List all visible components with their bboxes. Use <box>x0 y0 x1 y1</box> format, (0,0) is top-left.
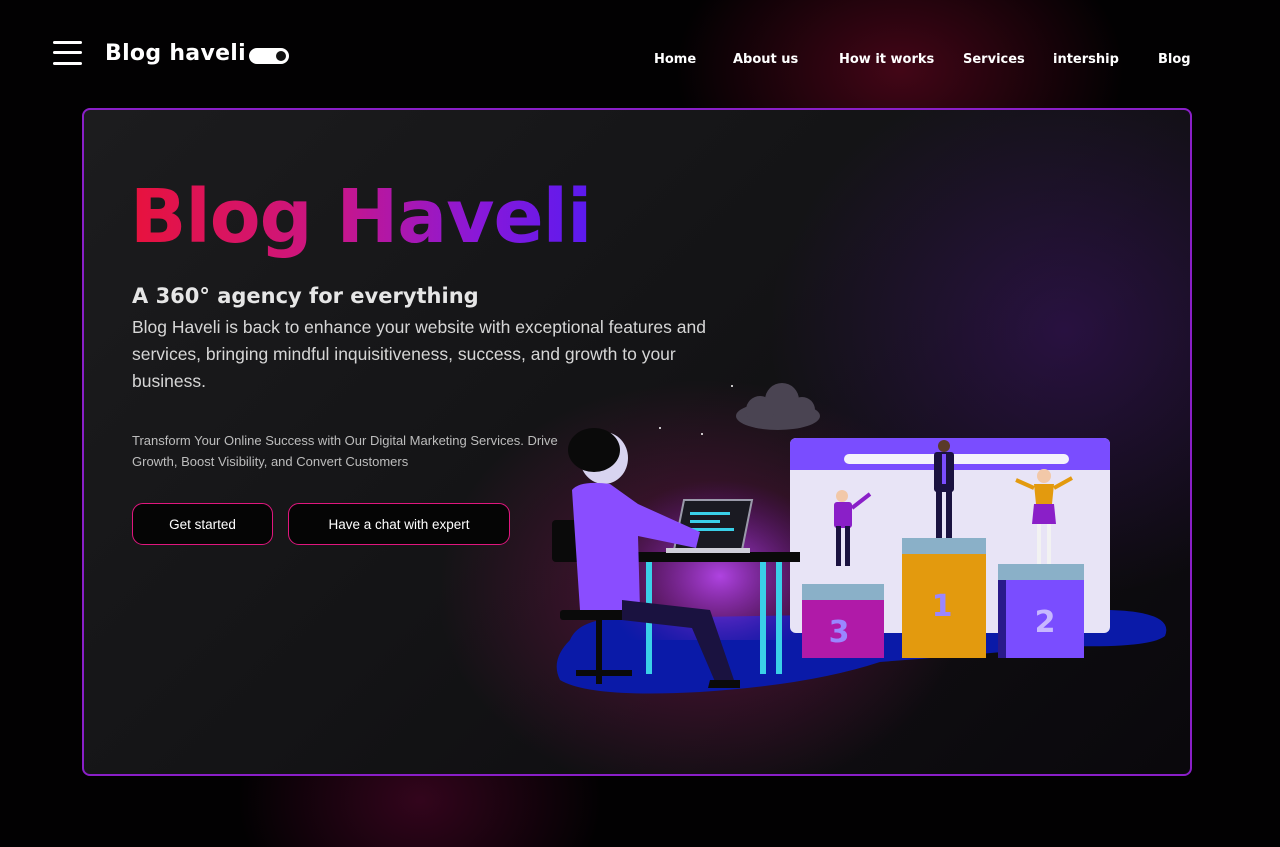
brand-name[interactable]: Blog haveli <box>105 41 246 66</box>
podium-third-label: 3 <box>829 615 850 650</box>
nav-services[interactable]: Services <box>963 52 1025 67</box>
get-started-button[interactable]: Get started <box>132 503 273 545</box>
podium-first-label: 1 <box>932 589 953 624</box>
cloud-icon <box>736 383 820 430</box>
chat-with-expert-button[interactable]: Have a chat with expert <box>288 503 510 545</box>
nav-home[interactable]: Home <box>654 52 696 67</box>
toggle-knob <box>275 50 287 62</box>
nav-internship[interactable]: intership <box>1053 52 1119 67</box>
hero-tagline: Transform Your Online Success with Our D… <box>132 433 558 469</box>
theme-toggle[interactable] <box>249 48 289 64</box>
nav-how-it-works[interactable]: How it works <box>839 52 934 67</box>
hero-card: Blog Haveli A 360° agency for everything… <box>82 108 1192 776</box>
hero-title: Blog Haveli <box>130 174 592 260</box>
nav-blog[interactable]: Blog <box>1158 52 1191 67</box>
hero-illustration: 3 1 2 <box>552 383 1167 694</box>
top-navigation-bar: Blog haveli Home About us How it works S… <box>0 0 1280 100</box>
menu-icon[interactable] <box>53 41 82 65</box>
podium-second-label: 2 <box>1035 605 1056 640</box>
hero-subtitle: A 360° agency for everything <box>132 284 479 308</box>
nav-about-us[interactable]: About us <box>733 52 798 67</box>
